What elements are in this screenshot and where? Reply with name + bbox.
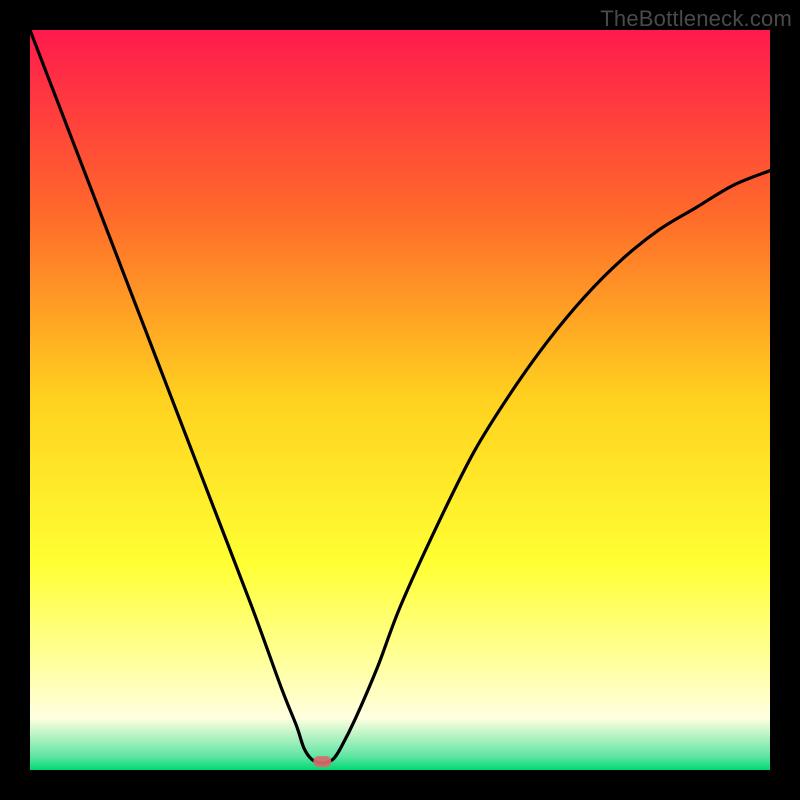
chart-container: TheBottleneck.com [0,0,800,800]
watermark-text: TheBottleneck.com [600,6,792,32]
gradient-background [30,30,770,770]
optimal-marker [313,756,331,767]
plot-area [30,30,770,770]
bottleneck-chart [30,30,770,770]
